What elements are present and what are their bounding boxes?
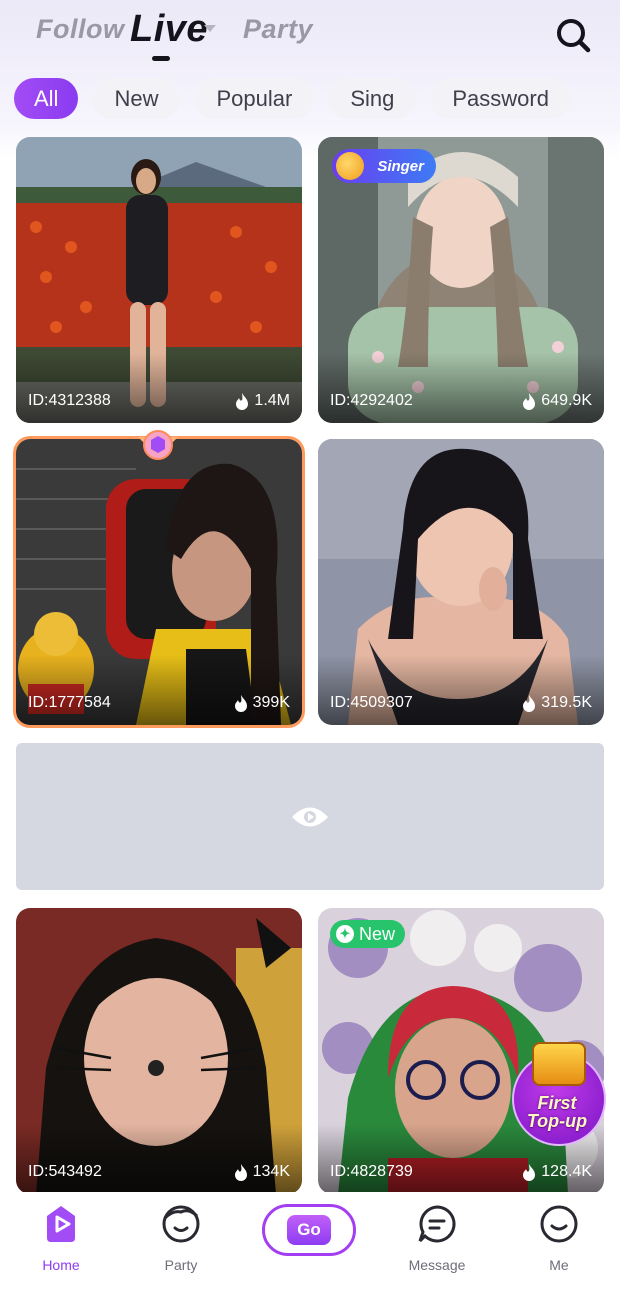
filter-chip-row: All New Popular Sing Password [14, 78, 571, 119]
nav-home[interactable]: Home [16, 1202, 106, 1273]
viewer-count-value: 134K [252, 1163, 290, 1180]
live-feed-screen: Follow Live Party All New Popular Sing P… [0, 0, 620, 1290]
live-room-card[interactable]: Singer ID:4292402 649.9K [318, 137, 604, 423]
nav-message[interactable]: Message [392, 1202, 482, 1273]
live-room-card-featured[interactable]: ID:1777584 399K [16, 439, 302, 725]
nav-me-label: Me [549, 1257, 569, 1273]
party-icon [162, 1205, 200, 1243]
viewer-count-value: 319.5K [541, 694, 592, 711]
microphone-icon [336, 152, 364, 180]
viewer-count: 134K [234, 1163, 290, 1181]
live-dropdown-caret-icon[interactable] [204, 25, 216, 32]
eye-icon [292, 807, 328, 827]
home-icon [47, 1206, 75, 1242]
promo-line-2: Top-up [526, 1111, 588, 1131]
nav-message-label: Message [408, 1257, 466, 1273]
viewer-count: 128.4K [522, 1163, 592, 1181]
card-gradient [318, 353, 604, 423]
filter-chip-password[interactable]: Password [430, 78, 571, 119]
promo-line-1: First [537, 1093, 577, 1113]
live-room-card[interactable]: ID:4312388 1.4M [16, 137, 302, 423]
card-gradient [318, 655, 604, 725]
singer-badge-label: Singer [377, 157, 424, 175]
filter-chip-new[interactable]: New [92, 78, 181, 119]
promo-text: First Top-up [510, 1094, 604, 1130]
bottom-navigation: Home Party Go Message Me [0, 1192, 620, 1290]
card-gradient [16, 353, 302, 423]
flame-icon [523, 1163, 536, 1181]
viewer-count-value: 128.4K [541, 1163, 592, 1180]
room-id: ID:4509307 [330, 694, 413, 711]
new-badge-label: New [359, 923, 396, 944]
active-tab-indicator [152, 56, 170, 61]
search-icon[interactable] [552, 14, 594, 56]
nav-me[interactable]: Me [514, 1202, 604, 1273]
card-gradient [16, 1124, 302, 1194]
room-id: ID:543492 [28, 1163, 102, 1180]
sparkle-icon: ✦ [336, 925, 354, 943]
viewer-count: 649.9K [522, 392, 592, 410]
room-id: ID:4312388 [28, 392, 111, 409]
nav-home-label: Home [42, 1257, 80, 1273]
tab-follow[interactable]: Follow [36, 14, 124, 45]
room-id: ID:4292402 [330, 392, 413, 409]
viewer-count: 1.4M [235, 392, 290, 410]
go-live-label: Go [287, 1215, 331, 1245]
top-tab-bar: Follow Live Party [0, 0, 620, 70]
crown-badge-icon [138, 430, 178, 460]
go-live-button[interactable]: Go [262, 1204, 356, 1256]
viewer-count-value: 649.9K [541, 392, 592, 409]
filter-chip-sing[interactable]: Sing [328, 78, 417, 119]
viewer-count: 399K [234, 694, 290, 712]
live-room-card[interactable]: ID:4509307 319.5K [318, 439, 604, 725]
nav-party[interactable]: Party [136, 1202, 226, 1273]
treasure-chest-icon [532, 1042, 586, 1086]
flame-icon [234, 1163, 247, 1181]
flame-icon [523, 392, 536, 410]
flame-icon [236, 392, 249, 410]
me-icon [540, 1205, 578, 1243]
viewer-count-value: 399K [252, 694, 290, 711]
flame-icon [234, 694, 247, 712]
first-topup-promo[interactable]: First Top-up [510, 1042, 606, 1146]
nav-party-label: Party [164, 1257, 198, 1273]
tab-party[interactable]: Party [243, 14, 313, 45]
flame-icon [523, 694, 536, 712]
tab-live[interactable]: Live [130, 8, 208, 51]
viewer-count-value: 1.4M [254, 392, 290, 409]
filter-chip-popular[interactable]: Popular [194, 78, 315, 119]
live-room-card[interactable]: ID:543492 134K [16, 908, 302, 1194]
singer-badge: Singer [332, 149, 436, 183]
room-id: ID:1777584 [28, 694, 111, 711]
new-badge: ✦ New [330, 920, 406, 948]
viewer-count: 319.5K [522, 694, 592, 712]
filter-chip-all[interactable]: All [14, 78, 79, 119]
room-id: ID:4828739 [330, 1163, 413, 1180]
message-icon [418, 1205, 456, 1243]
card-gradient [16, 655, 302, 725]
